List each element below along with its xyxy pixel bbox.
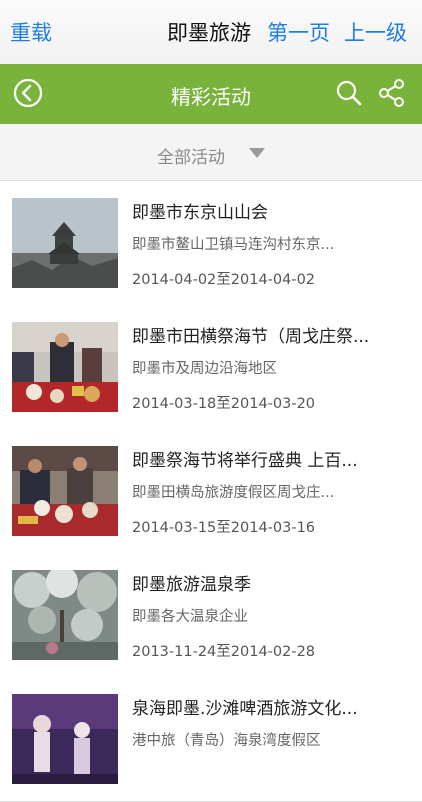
event-title: 即墨市东京山山会: [132, 203, 268, 223]
event-list-item[interactable]: 即墨市东京山山会 即墨市鳌山卫镇马连沟村东京... 2014-04-02至201…: [0, 181, 422, 306]
event-list-item[interactable]: 泉海即墨.沙滩啤酒旅游文化... 港中旅（青岛）海泉湾度假区: [0, 677, 422, 802]
search-icon[interactable]: [335, 79, 363, 107]
event-list-item[interactable]: 即墨祭海节将举行盛典 上百... 即墨田横岛旅游度假区周戈庄... 2014-0…: [0, 429, 422, 554]
event-title: 即墨旅游温泉季: [132, 575, 251, 595]
share-icon[interactable]: [378, 78, 406, 108]
event-dates: 2013-11-24至2014-02-28: [132, 644, 316, 660]
event-location: 港中旅（青岛）海泉湾度假区: [132, 733, 321, 749]
event-dates: 2014-04-02至2014-04-02: [132, 272, 316, 288]
top-nav-bar: 重载 即墨旅游 第一页 上一级: [0, 0, 422, 65]
event-location: 即墨市鳌山卫镇马连沟村东京...: [132, 237, 335, 253]
event-dates: 2014-03-18至2014-03-20: [132, 396, 316, 412]
up-level-button[interactable]: 上一级: [344, 17, 407, 47]
event-thumbnail: [12, 694, 118, 784]
reload-button[interactable]: 重载: [10, 17, 52, 47]
page-title: 即墨旅游: [167, 21, 251, 45]
event-list-item[interactable]: 即墨市田横祭海节（周戈庄祭... 即墨市及周边沿海地区 2014-03-18至2…: [0, 305, 422, 430]
event-location: 即墨市及周边沿海地区: [132, 361, 277, 377]
event-thumbnail: [12, 322, 118, 412]
caret-down-icon: [249, 148, 265, 158]
event-location: 即墨田横岛旅游度假区周戈庄...: [132, 485, 335, 501]
event-title: 泉海即墨.沙滩啤酒旅游文化...: [132, 699, 358, 719]
event-title: 即墨祭海节将举行盛典 上百...: [132, 451, 358, 471]
event-thumbnail: [12, 570, 118, 660]
event-dates: 2014-03-15至2014-03-16: [132, 520, 316, 536]
app-header: 精彩活动: [0, 64, 422, 124]
event-list-item[interactable]: 即墨旅游温泉季 即墨各大温泉企业 2013-11-24至2014-02-28: [0, 553, 422, 678]
event-thumbnail: [12, 446, 118, 536]
filter-selected-label: 全部活动: [157, 148, 225, 168]
event-title: 即墨市田横祭海节（周戈庄祭...: [132, 327, 370, 347]
event-location: 即墨各大温泉企业: [132, 609, 248, 625]
event-thumbnail: [12, 198, 118, 288]
activity-filter-dropdown[interactable]: 全部活动: [0, 124, 422, 181]
first-page-button[interactable]: 第一页: [267, 17, 330, 47]
